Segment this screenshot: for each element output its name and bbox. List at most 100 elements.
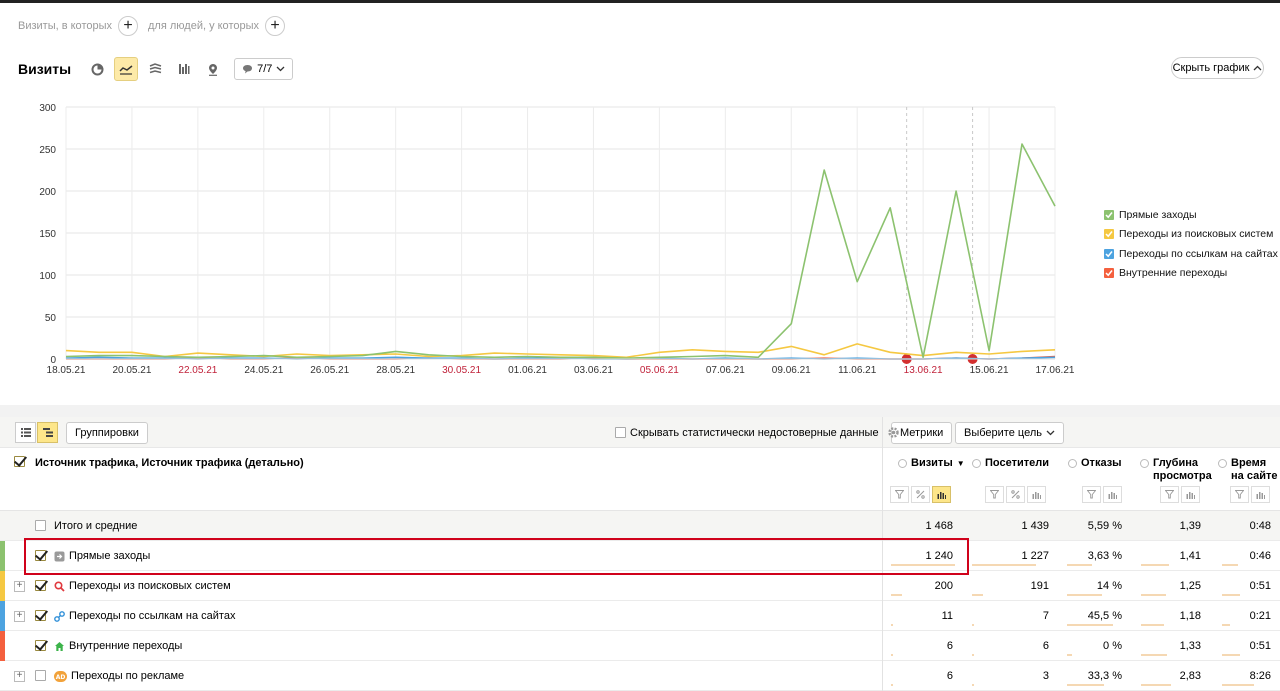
chevron-down-icon bbox=[276, 66, 285, 72]
column-visitors[interactable]: Посетители bbox=[972, 457, 1049, 470]
row-checkbox[interactable] bbox=[35, 550, 46, 561]
tree-view-button[interactable] bbox=[37, 422, 58, 443]
depth-column-tools bbox=[1160, 486, 1200, 503]
expand-row-button[interactable]: + bbox=[14, 581, 25, 592]
table-total-row: Итого и средние 1 468 1 439 5,59 % 1,39 … bbox=[0, 511, 1280, 541]
row-visitors: 7 bbox=[1042, 610, 1049, 622]
bars-button[interactable] bbox=[932, 486, 951, 503]
legend-item[interactable]: Внутренние переходы bbox=[1104, 264, 1278, 284]
row-label[interactable]: Переходы из поисковых систем bbox=[54, 580, 231, 592]
total-bounce: 5,59 % bbox=[1087, 520, 1122, 532]
section-divider bbox=[0, 405, 1280, 417]
line-chart-view-button[interactable] bbox=[114, 57, 139, 81]
bars-button[interactable] bbox=[1103, 486, 1122, 503]
add-visit-condition-button[interactable]: + bbox=[118, 16, 138, 36]
expand-row-button[interactable]: + bbox=[14, 611, 25, 622]
metrics-button[interactable]: Метрики bbox=[891, 422, 953, 444]
row-bounce: 33,3 % bbox=[1087, 670, 1122, 682]
share-bar bbox=[891, 684, 893, 686]
legend-item[interactable]: Переходы из поисковых систем bbox=[1104, 225, 1278, 245]
x-tick-label: 13.06.21 bbox=[904, 365, 943, 376]
visits-line-chart[interactable]: 05010015020025030018.05.21 20.05.21 22.05.… bbox=[0, 95, 1090, 385]
filter-icon bbox=[1087, 490, 1096, 499]
percent-button[interactable] bbox=[1006, 486, 1025, 503]
row-bounce: 45,5 % bbox=[1087, 610, 1122, 622]
flat-list-view-button[interactable] bbox=[15, 422, 36, 443]
bars-button[interactable] bbox=[1181, 486, 1200, 503]
column-chart-view-button[interactable] bbox=[172, 57, 196, 81]
select-all-checkbox[interactable] bbox=[14, 456, 25, 467]
column-time[interactable]: Время на сайте bbox=[1218, 457, 1277, 483]
column-chart-icon bbox=[179, 64, 190, 74]
total-time: 0:48 bbox=[1249, 520, 1271, 532]
add-people-condition-button[interactable]: + bbox=[265, 16, 285, 36]
dimension-header[interactable]: Источник трафика, Источник трафика (дета… bbox=[35, 457, 304, 469]
legend-checkbox-icon[interactable] bbox=[1104, 229, 1114, 240]
bars-button[interactable] bbox=[1027, 486, 1046, 503]
share-bar bbox=[1222, 594, 1240, 596]
hide-chart-button[interactable]: Скрыть график bbox=[1171, 57, 1264, 79]
share-bar bbox=[972, 594, 983, 596]
info-icon bbox=[898, 459, 907, 468]
row-label[interactable]: Прямые заходы bbox=[54, 550, 150, 562]
filter-button[interactable] bbox=[1230, 486, 1249, 503]
percent-button[interactable] bbox=[911, 486, 930, 503]
share-bar bbox=[972, 564, 1036, 566]
home-icon bbox=[54, 641, 65, 652]
goal-select[interactable]: Выберите цель bbox=[955, 422, 1064, 444]
row-visitors: 191 bbox=[1030, 580, 1049, 592]
filter-button[interactable] bbox=[1160, 486, 1179, 503]
row-label[interactable]: Внутренние переходы bbox=[54, 640, 182, 652]
column-bounce-label: Отказы bbox=[1081, 457, 1122, 469]
y-tick-label: 50 bbox=[45, 313, 57, 324]
row-checkbox[interactable] bbox=[35, 580, 46, 591]
y-tick-label: 100 bbox=[39, 271, 56, 282]
share-bar bbox=[1141, 654, 1167, 656]
table-row[interactable]: + Переходы из поисковых систем 200 191 14 % 1… bbox=[0, 571, 1280, 601]
bars-button[interactable] bbox=[1251, 486, 1270, 503]
share-bar bbox=[972, 624, 974, 626]
x-tick-label: 22.05.21 bbox=[178, 365, 217, 376]
x-tick-label: 24.05.21 bbox=[244, 365, 283, 376]
table-row[interactable]: Прямые заходы 1 240 1 227 3,63 % 1,41 0:46 bbox=[0, 541, 1280, 571]
pie-chart-view-button[interactable] bbox=[85, 57, 109, 81]
detail-level-dropdown[interactable]: 7/7 bbox=[234, 58, 294, 80]
legend-item[interactable]: Прямые заходы bbox=[1104, 205, 1278, 225]
expand-row-button[interactable]: + bbox=[14, 671, 25, 682]
groupings-button[interactable]: Группировки bbox=[66, 422, 148, 444]
column-visits[interactable]: Визиты ▼ bbox=[898, 457, 965, 470]
row-color-marker bbox=[0, 601, 5, 631]
table-row[interactable]: + Переходы по ссылкам на сайтах 11 7 45,5 % 1… bbox=[0, 601, 1280, 631]
column-bounce[interactable]: Отказы bbox=[1068, 457, 1122, 470]
hide-unreliable-checkbox[interactable] bbox=[615, 427, 626, 438]
gear-icon[interactable] bbox=[887, 426, 900, 439]
row-visits: 6 bbox=[946, 670, 953, 682]
row-label[interactable]: AD Переходы по рекламе bbox=[54, 670, 184, 682]
share-bar bbox=[1222, 624, 1230, 626]
area-chart-view-button[interactable] bbox=[143, 57, 167, 81]
direct-entry-icon bbox=[54, 551, 65, 562]
line-chart-icon bbox=[119, 65, 133, 75]
total-checkbox[interactable] bbox=[35, 520, 46, 531]
column-time-label-1: Время bbox=[1231, 457, 1267, 469]
column-depth[interactable]: Глубина просмотра bbox=[1140, 457, 1212, 483]
row-checkbox[interactable] bbox=[35, 670, 46, 681]
legend-item[interactable]: Переходы по ссылкам на сайтах bbox=[1104, 244, 1278, 264]
hide-unreliable-toggle[interactable]: Скрывать статистически недостоверные дан… bbox=[615, 426, 900, 439]
filter-button[interactable] bbox=[985, 486, 1004, 503]
bounce-column-tools bbox=[1082, 486, 1122, 503]
filter-button[interactable] bbox=[890, 486, 909, 503]
list-icon bbox=[20, 428, 31, 437]
row-checkbox[interactable] bbox=[35, 610, 46, 621]
y-tick-label: 250 bbox=[39, 145, 56, 156]
table-row[interactable]: Внутренние переходы 6 6 0 % 1,33 0:51 bbox=[0, 631, 1280, 661]
share-bar bbox=[1141, 624, 1164, 626]
legend-checkbox-icon[interactable] bbox=[1104, 268, 1114, 279]
table-row[interactable]: + AD Переходы по рекламе 6 3 33,3 % 2,83 8:26 bbox=[0, 661, 1280, 691]
row-checkbox[interactable] bbox=[35, 640, 46, 651]
legend-checkbox-icon[interactable] bbox=[1104, 209, 1114, 220]
filter-button[interactable] bbox=[1082, 486, 1101, 503]
row-label[interactable]: Переходы по ссылкам на сайтах bbox=[54, 610, 235, 622]
legend-checkbox-icon[interactable] bbox=[1104, 248, 1114, 259]
map-view-button[interactable] bbox=[201, 57, 225, 81]
